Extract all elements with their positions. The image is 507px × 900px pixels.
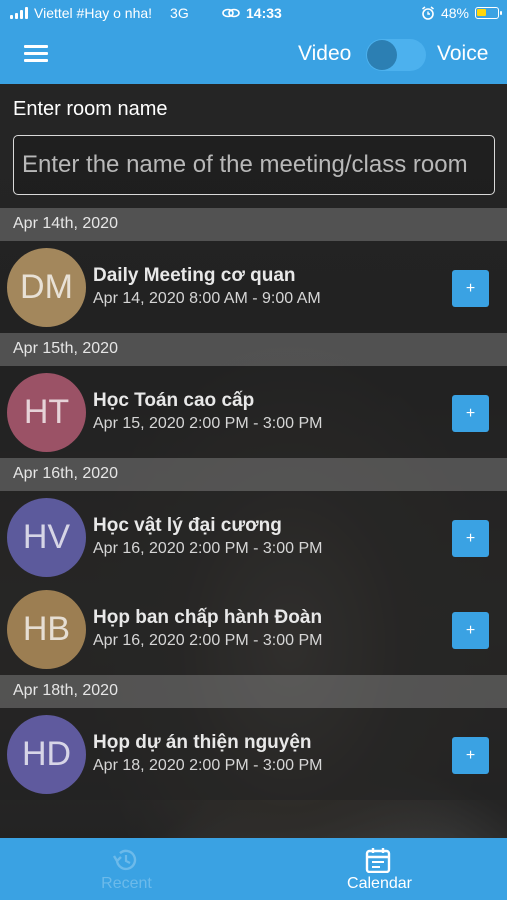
history-icon	[112, 849, 137, 871]
app-header: Video Voice	[0, 26, 507, 84]
date-header: Apr 15th, 2020	[0, 333, 507, 366]
event-row[interactable]: DM Daily Meeting cơ quan Apr 14, 2020 8:00…	[0, 241, 507, 333]
clock-time: 14:33	[246, 5, 282, 21]
signal-icon	[10, 7, 28, 19]
tab-recent-label: Recent	[101, 875, 152, 892]
add-event-button[interactable]: +	[452, 520, 489, 557]
carrier-name: Viettel #Hay o nha!	[34, 5, 153, 21]
battery-percent: 48%	[440, 5, 469, 21]
avatar: HD	[7, 715, 86, 794]
event-title: Họp dự án thiện nguyện	[93, 732, 312, 753]
add-event-button[interactable]: +	[452, 395, 489, 432]
event-row[interactable]: HB Họp ban chấp hành Đoàn Apr 16, 2020 2:0…	[0, 583, 507, 675]
event-title: Học vật lý đại cương	[93, 515, 282, 536]
date-header: Apr 16th, 2020	[0, 458, 507, 491]
add-event-button[interactable]: +	[452, 737, 489, 774]
event-title: Họp ban chấp hành Đoàn	[93, 607, 323, 628]
add-event-button[interactable]: +	[452, 612, 489, 649]
status-right: 48%	[421, 5, 502, 21]
add-event-button[interactable]: +	[452, 270, 489, 307]
bottom-tab-bar: Recent Calendar	[0, 838, 507, 900]
room-name-label: Enter room name	[13, 98, 168, 120]
network-type: 3G	[170, 5, 189, 21]
avatar: HV	[7, 498, 86, 577]
tab-calendar[interactable]: Calendar	[253, 838, 506, 900]
alarm-icon	[422, 6, 434, 20]
event-list: Apr 14th, 2020 DM Daily Meeting cơ quan Apr…	[0, 208, 507, 800]
event-time: Apr 18, 2020 2:00 PM - 3:00 PM	[93, 757, 323, 774]
hamburger-menu-icon[interactable]	[24, 45, 48, 65]
event-row[interactable]: HT Học Toán cao cấp Apr 15, 2020 2:00 PM -…	[0, 366, 507, 458]
avatar: DM	[7, 248, 86, 327]
tab-calendar-label: Calendar	[347, 875, 412, 892]
video-label: Video	[298, 42, 352, 65]
avatar: HT	[7, 373, 86, 452]
event-row[interactable]: HV Học vật lý đại cương Apr 16, 2020 2:00 …	[0, 491, 507, 583]
clock: 14:33	[222, 5, 282, 21]
avatar: HB	[7, 590, 86, 669]
video-voice-toggle[interactable]	[366, 39, 426, 71]
voice-label: Voice	[437, 42, 489, 65]
event-time: Apr 14, 2020 8:00 AM - 9:00 AM	[93, 290, 321, 307]
link-icon	[222, 8, 240, 18]
event-time: Apr 16, 2020 2:00 PM - 3:00 PM	[93, 632, 323, 649]
event-title: Daily Meeting cơ quan	[93, 265, 296, 286]
calendar-icon	[365, 848, 391, 873]
room-name-input[interactable]	[13, 135, 495, 195]
date-header: Apr 14th, 2020	[0, 208, 507, 241]
event-row[interactable]: HD Họp dự án thiện nguyện Apr 18, 2020 2:0…	[0, 708, 507, 800]
tab-recent[interactable]: Recent	[0, 838, 253, 900]
carrier-info: Viettel #Hay o nha! 3G	[10, 5, 189, 21]
event-time: Apr 16, 2020 2:00 PM - 3:00 PM	[93, 540, 323, 557]
status-bar: Viettel #Hay o nha! 3G 14:33 48%	[0, 0, 507, 26]
event-title: Học Toán cao cấp	[93, 390, 255, 411]
battery-icon	[475, 7, 502, 19]
event-time: Apr 15, 2020 2:00 PM - 3:00 PM	[93, 415, 323, 432]
date-header: Apr 18th, 2020	[0, 675, 507, 708]
